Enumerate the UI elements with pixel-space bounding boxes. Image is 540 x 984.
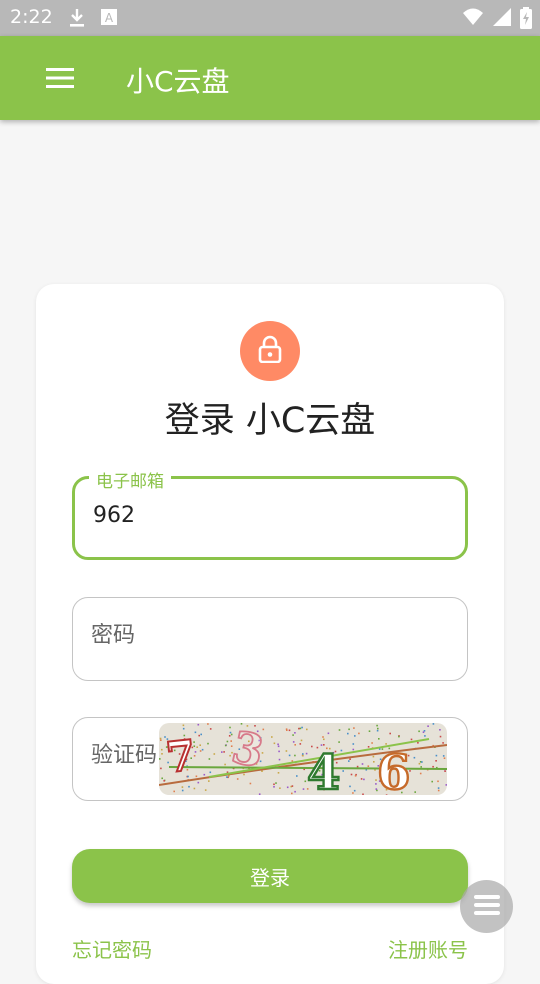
forgot-password-link[interactable]: 忘记密码 xyxy=(72,934,152,963)
status-time: 2:22 xyxy=(10,6,53,28)
captcha-digit: 4 xyxy=(307,745,340,795)
app-bar: 小C云盘 xyxy=(0,36,540,120)
hamburger-menu-icon[interactable] xyxy=(34,56,86,100)
lock-icon xyxy=(258,335,282,367)
wifi-icon xyxy=(462,7,484,33)
svg-text:A: A xyxy=(105,11,114,25)
lock-avatar xyxy=(240,321,300,381)
register-link[interactable]: 注册账号 xyxy=(388,934,468,963)
stacked-lines-icon xyxy=(474,895,500,919)
email-input[interactable] xyxy=(93,503,453,528)
password-input[interactable] xyxy=(91,623,451,648)
password-field[interactable] xyxy=(72,597,468,681)
captcha-image[interactable]: 7 3 4 6 xyxy=(159,723,447,795)
app-title: 小C云盘 xyxy=(126,60,230,100)
text-badge-icon: A xyxy=(100,8,118,32)
status-bar: 2:22 A xyxy=(0,0,540,36)
download-icon xyxy=(68,8,86,32)
captcha-digit: 6 xyxy=(377,745,410,795)
email-field[interactable]: 电子邮箱 xyxy=(72,476,468,560)
login-button[interactable]: 登录 xyxy=(72,849,468,903)
login-title: 登录 小C云盘 xyxy=(36,392,504,443)
captcha-input[interactable] xyxy=(91,743,161,768)
email-label: 电子邮箱 xyxy=(89,467,171,492)
signal-icon xyxy=(492,7,512,33)
captcha-field[interactable]: 7 3 4 6 xyxy=(72,717,468,801)
battery-charging-icon xyxy=(520,7,532,33)
captcha-digit: 7 xyxy=(164,731,198,783)
floating-menu-button[interactable] xyxy=(460,880,513,933)
login-card: 登录 小C云盘 电子邮箱 7 3 4 6 登录 忘记密码 注册账号 xyxy=(36,284,504,984)
